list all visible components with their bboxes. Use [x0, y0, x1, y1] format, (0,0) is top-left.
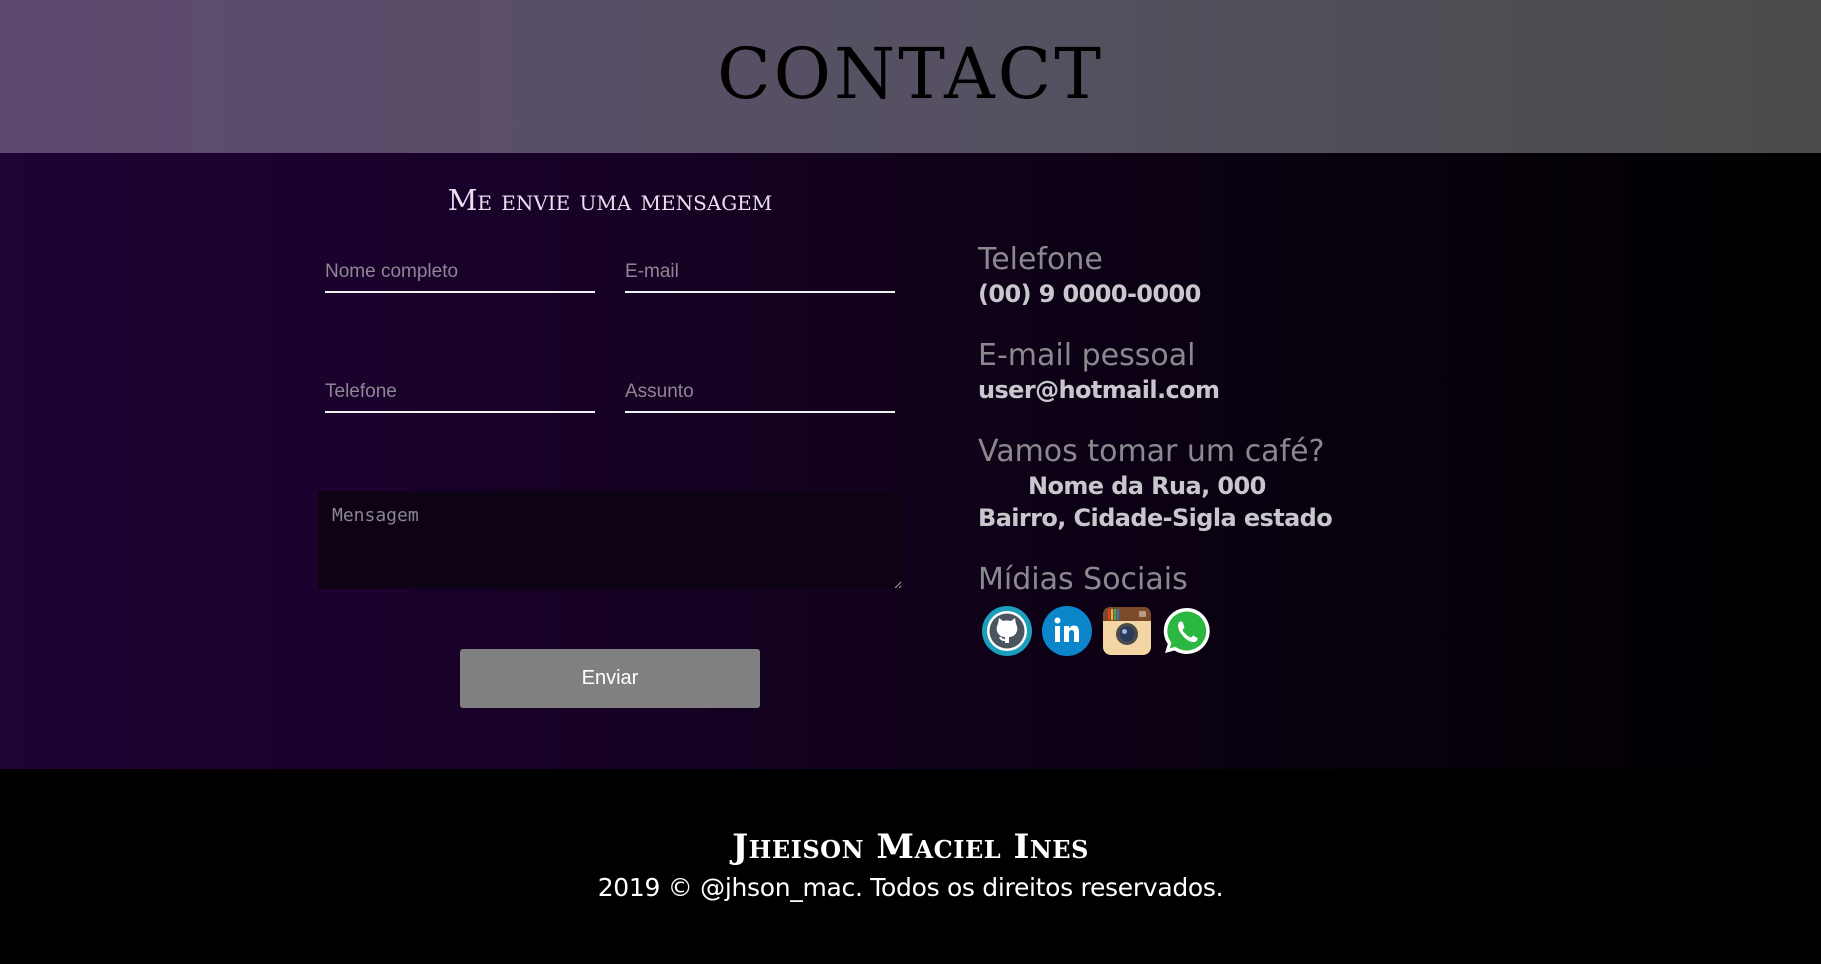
social-label: Mídias Sociais: [978, 562, 1188, 597]
address-line-1: Nome da Rua, 000: [1028, 472, 1266, 500]
phone-label: Telefone: [978, 242, 1103, 277]
subject-field-wrapper: [625, 373, 895, 413]
email-value: user@hotmail.com: [978, 376, 1220, 404]
address-line-2: Bairro, Cidade-Sigla estado: [978, 504, 1333, 532]
message-field[interactable]: [318, 491, 902, 589]
email-block: E-mail pessoal user@hotmail.com: [978, 338, 1378, 406]
contact-info: Telefone (00) 9 0000-0000 E-mail pessoal…: [978, 242, 1378, 656]
send-button[interactable]: Enviar: [460, 649, 760, 708]
address-block: Vamos tomar um café? Nome da Rua, 000 Ba…: [978, 434, 1378, 534]
address-label: Vamos tomar um café?: [978, 434, 1325, 469]
page-header: CONTACT: [0, 0, 1821, 153]
social-block: Mídias Sociais: [978, 562, 1378, 656]
linkedin-icon[interactable]: [1042, 606, 1092, 656]
footer-name: Jheison Maciel Ines: [732, 827, 1089, 867]
phone-block: Telefone (00) 9 0000-0000: [978, 242, 1378, 310]
address-value: Nome da Rua, 000 Bairro, Cidade-Sigla es…: [978, 470, 1378, 534]
phone-field[interactable]: [325, 373, 595, 411]
email-label: E-mail pessoal: [978, 338, 1196, 373]
name-field[interactable]: [325, 253, 595, 291]
page-footer: Jheison Maciel Ines 2019 © @jhson_mac. T…: [0, 769, 1821, 964]
contact-section: Me envie uma mensagem Enviar Telefone (0…: [0, 153, 1821, 769]
github-icon[interactable]: [982, 606, 1032, 656]
footer-copyright: 2019 © @jhson_mac. Todos os direitos res…: [597, 873, 1224, 902]
email-field[interactable]: [625, 253, 895, 291]
name-field-wrapper: [325, 253, 595, 293]
phone-value: (00) 9 0000-0000: [978, 280, 1201, 308]
instagram-icon[interactable]: [1102, 606, 1152, 656]
whatsapp-icon[interactable]: [1162, 606, 1212, 656]
form-title: Me envie uma mensagem: [447, 183, 773, 217]
social-links: [982, 606, 1378, 656]
phone-field-wrapper: [325, 373, 595, 413]
subject-field[interactable]: [625, 373, 895, 411]
page-title: CONTACT: [717, 32, 1104, 115]
email-field-wrapper: [625, 253, 895, 293]
